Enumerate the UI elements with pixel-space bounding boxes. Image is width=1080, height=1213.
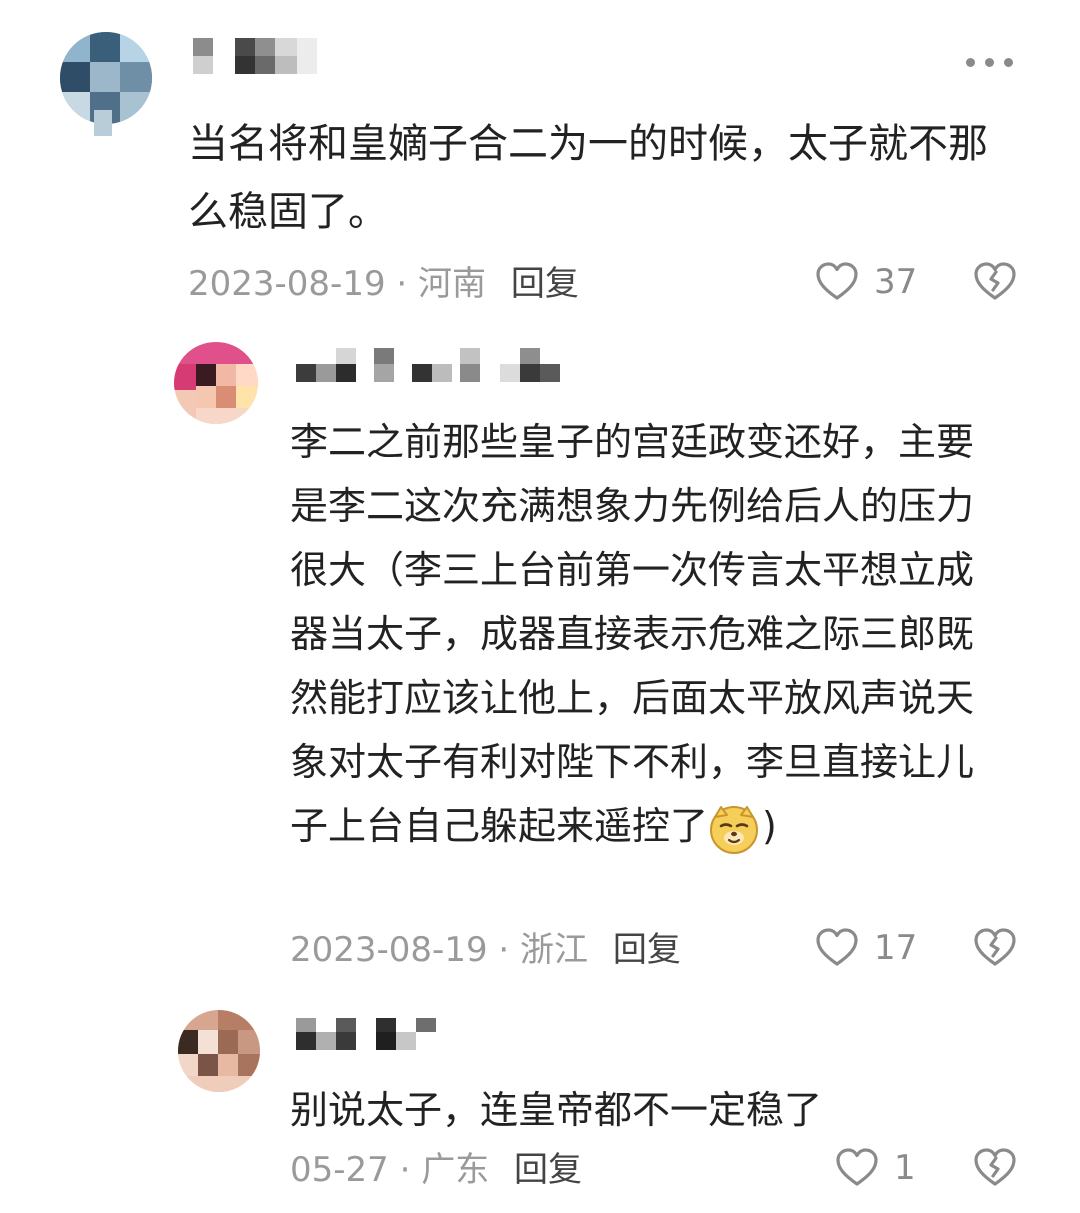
heart-outline-icon bbox=[816, 928, 858, 966]
like-button[interactable]: 1 bbox=[834, 1145, 916, 1191]
dislike-button[interactable] bbox=[972, 1145, 1018, 1191]
like-count: 37 bbox=[874, 262, 918, 302]
like-count: 17 bbox=[874, 928, 918, 968]
comment-date: 2023-08-19 bbox=[188, 264, 386, 304]
broken-heart-icon bbox=[974, 928, 1016, 966]
comment-text-main: 李二之前那些皇子的宫廷政变还好，主要是李二这次充满想象力先例给后人的压力很大（李… bbox=[290, 420, 975, 848]
comment-date: 05-27 bbox=[290, 1150, 389, 1190]
comment-text: 别说太子，连皇帝都不一定稳了 bbox=[290, 1088, 823, 1132]
like-button[interactable]: 17 bbox=[814, 925, 917, 971]
broken-heart-icon bbox=[974, 262, 1016, 300]
reply-comment-2: 别说太子，连皇帝都不一定稳了 05-27 · 广东 回复 1 bbox=[0, 1000, 1080, 1213]
heart-outline-icon bbox=[816, 262, 858, 300]
username-blurred[interactable] bbox=[193, 36, 323, 78]
comment-date: 2023-08-19 bbox=[290, 930, 488, 970]
comment-location: 河南 bbox=[418, 264, 487, 304]
comment-location: 浙江 bbox=[520, 930, 589, 970]
comment-text: 李二之前那些皇子的宫廷政变还好，主要是李二这次充满想象力先例给后人的压力很大（李… bbox=[290, 410, 1010, 858]
reply-comment-1: 李二之前那些皇子的宫廷政变还好，主要是李二这次充满想象力先例给后人的压力很大（李… bbox=[0, 330, 1080, 990]
reply-button[interactable]: 回复 bbox=[514, 1150, 582, 1190]
avatar[interactable] bbox=[178, 1010, 260, 1092]
meta-separator: · bbox=[399, 1150, 411, 1190]
dislike-button[interactable] bbox=[972, 259, 1018, 305]
comment-meta: 05-27 · 广东 回复 bbox=[290, 1148, 582, 1192]
like-count: 1 bbox=[894, 1148, 916, 1188]
comment-meta: 2023-08-19 · 河南 回复 bbox=[188, 262, 579, 306]
reply-button[interactable]: 回复 bbox=[613, 930, 681, 970]
dog-face-emoji-icon bbox=[710, 805, 759, 854]
comment-meta: 2023-08-19 · 浙江 回复 bbox=[290, 928, 681, 972]
avatar[interactable] bbox=[174, 342, 258, 424]
heart-outline-icon bbox=[836, 1148, 878, 1186]
reply-button[interactable]: 回复 bbox=[511, 264, 579, 304]
comment-text: 当名将和皇嫡子合二为一的时候，太子就不那么稳固了。 bbox=[188, 121, 988, 235]
comment-text-tail: ) bbox=[762, 804, 777, 848]
username-blurred[interactable] bbox=[296, 1012, 446, 1054]
meta-separator: · bbox=[498, 930, 510, 970]
like-button[interactable]: 37 bbox=[814, 259, 917, 305]
comment-location: 广东 bbox=[421, 1150, 490, 1190]
comment-1: 当名将和皇嫡子合二为一的时候，太子就不那么稳固了。 2023-08-19 · 河… bbox=[0, 0, 1080, 320]
avatar-tail bbox=[94, 110, 112, 136]
broken-heart-icon bbox=[974, 1148, 1016, 1186]
username-blurred[interactable] bbox=[296, 344, 566, 386]
dislike-button[interactable] bbox=[972, 925, 1018, 971]
more-options-icon[interactable] bbox=[966, 56, 1016, 70]
meta-separator: · bbox=[396, 264, 408, 304]
